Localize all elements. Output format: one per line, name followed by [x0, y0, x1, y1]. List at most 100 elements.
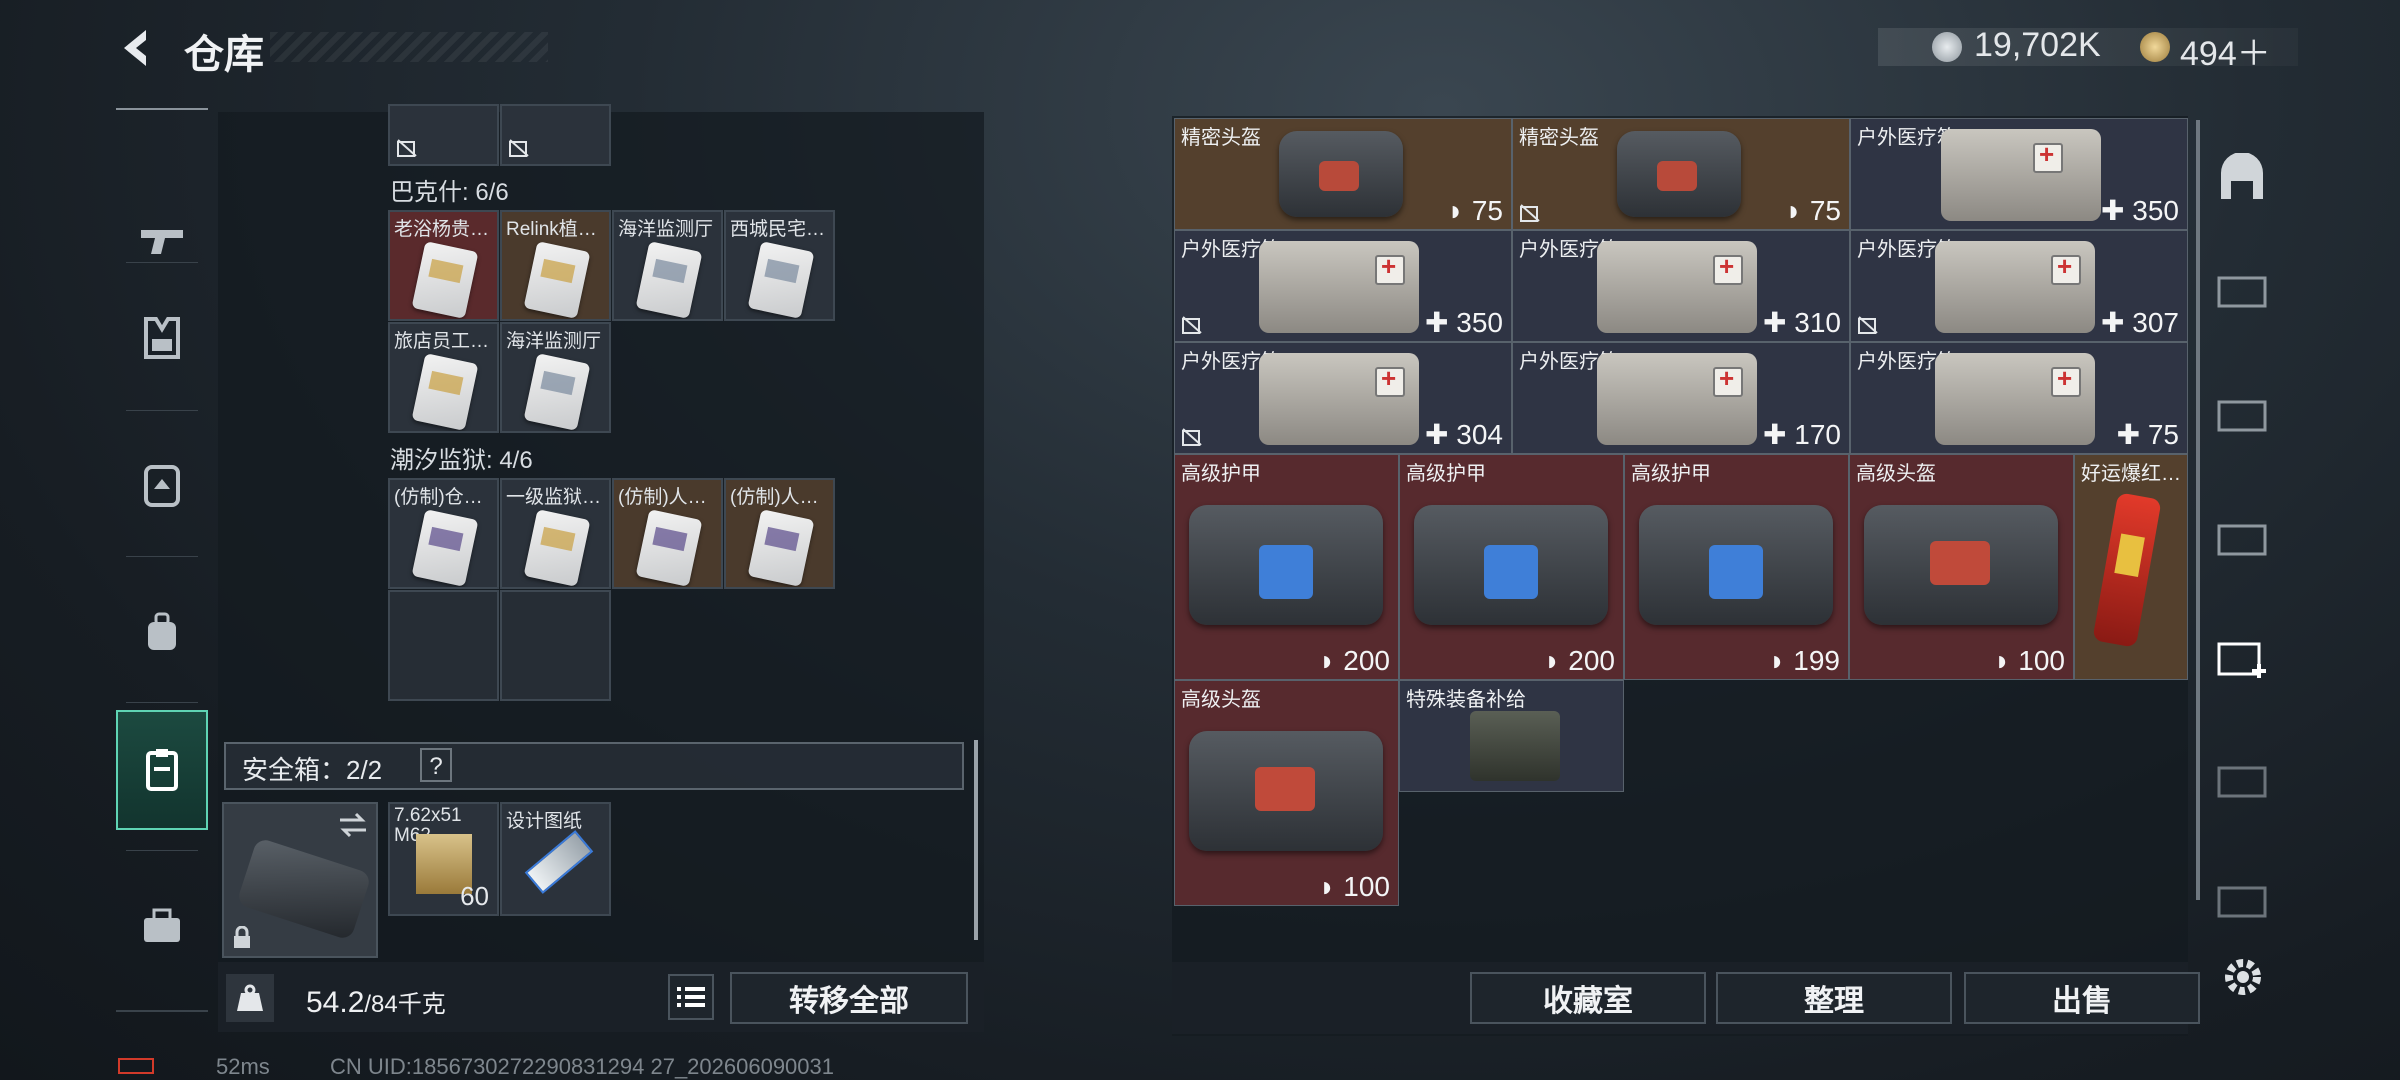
toolbox-icon — [144, 908, 180, 942]
collection-room-button[interactable]: 收藏室 — [1470, 972, 1706, 1024]
left-category-nav — [116, 108, 208, 1012]
page-title: 仓库 — [184, 33, 264, 77]
nav-chest-rig[interactable] — [116, 426, 208, 546]
swap-icon[interactable] — [338, 812, 368, 838]
nav-backpack[interactable] — [116, 572, 208, 692]
key-card-slot[interactable]: (仿制)仓… — [388, 478, 499, 589]
title-decoration — [270, 32, 548, 62]
tier4-medical-icon — [2217, 642, 2266, 678]
stash-item-medkit[interactable]: 户外医疗箱 ✚ 310 — [1512, 230, 1850, 342]
keycard-holder-icon — [146, 749, 178, 791]
nav-toolbox[interactable] — [116, 866, 208, 986]
weight-current: 54.2 — [306, 986, 365, 1019]
lock-icon — [234, 926, 250, 948]
keycard-icon — [411, 241, 479, 319]
stash-item-precision-helmet[interactable]: 精密头盔 ◗ 75 — [1174, 118, 1512, 230]
list-view-button[interactable] — [668, 974, 714, 1020]
keycard-icon — [747, 509, 815, 587]
rnav-tier3-slot-b[interactable] — [2204, 484, 2280, 592]
settings-gear-icon[interactable] — [2220, 954, 2266, 1000]
list-icon — [677, 987, 705, 1007]
gold-currency-amount[interactable]: 494＋ — [2180, 26, 2271, 75]
stash-item-medkit[interactable]: 户外医疗箱 ✚ 304 — [1174, 342, 1512, 454]
stash-item-medkit[interactable]: 户外医疗箱 ✚ 307 — [1850, 230, 2188, 342]
tier4-case-icon — [2217, 886, 2267, 918]
right-storage-nav — [2200, 116, 2284, 918]
help-button[interactable]: ? — [420, 748, 452, 782]
battery-icon — [118, 1058, 154, 1074]
key-slot-partial[interactable] — [500, 104, 611, 166]
key-card-slot[interactable]: (仿制)人… — [612, 478, 723, 589]
rnav-tier4-medical[interactable] — [2204, 604, 2280, 712]
stash-item-special-supply[interactable]: 特殊装备补给 — [1399, 680, 1624, 792]
transfer-all-button[interactable]: 转移全部 — [730, 972, 968, 1024]
safe-box-container[interactable] — [222, 802, 378, 958]
key-card-slot[interactable]: 海洋监测厅 — [612, 210, 723, 321]
key-card-slot[interactable]: 一级监狱… — [500, 478, 611, 589]
sell-button[interactable]: 出售 — [1964, 972, 2200, 1024]
key-card-slot[interactable]: 海洋监测厅 — [500, 322, 611, 433]
stash-item-medkit[interactable]: 户外医疗箱 ✚ 75 — [1850, 342, 2188, 454]
rnav-tier4-case[interactable] — [2204, 846, 2280, 954]
backpack-icon — [148, 612, 176, 650]
keycard-icon — [635, 241, 703, 319]
keycard-icon — [523, 353, 591, 431]
blueprint-icon — [524, 830, 594, 894]
safe-box-header: 安全箱：2/2 ? — [224, 742, 964, 790]
ping-readout: 52ms — [216, 1054, 270, 1079]
silver-coin-icon — [1932, 32, 1962, 62]
tier3-box-icon — [2217, 400, 2267, 432]
safe-item-blueprint[interactable]: 设计图纸 — [500, 802, 611, 916]
stash-item-advanced-helmet[interactable]: 高级头盔 ◗ 100 — [1174, 680, 1399, 906]
rnav-tier3-slot-a[interactable] — [2204, 360, 2280, 468]
stash-item-advanced-armor[interactable]: 高级护甲 ◗ 199 — [1624, 454, 1849, 680]
section-title-bakshi: 巴克什: 6/6 — [390, 179, 509, 206]
key-card-slot[interactable]: 老浴杨贵… — [388, 210, 499, 321]
uid-readout: CN UID:1856730272290831294 27_2026060900… — [330, 1054, 835, 1079]
nav-keycard-holder[interactable] — [116, 710, 208, 830]
keycard-icon — [523, 509, 591, 587]
keycard-icon — [747, 241, 815, 319]
rnav-tier4-slot[interactable] — [2204, 236, 2280, 344]
key-slot-partial[interactable] — [388, 104, 499, 166]
no-bring-icon — [1182, 316, 1202, 334]
no-bring-icon — [509, 139, 529, 157]
gun-icon — [141, 230, 183, 254]
stash-item-precision-helmet[interactable]: 精密头盔 ◗ 75 — [1512, 118, 1850, 230]
sort-button[interactable]: 整理 — [1716, 972, 1952, 1024]
safe-box-label: 安全箱：2/2 — [242, 755, 383, 785]
stash-item-advanced-armor[interactable]: 高级护甲 ◗ 200 — [1174, 454, 1399, 680]
stash-item-medkit[interactable]: 户外医疗箱 ✚ 170 — [1512, 342, 1850, 454]
keycard-icon — [411, 509, 479, 587]
back-arrow-icon[interactable] — [112, 24, 160, 72]
key-card-slot[interactable]: Relink植… — [500, 210, 611, 321]
stash-item-advanced-helmet[interactable]: 高级头盔 ◗ 100 — [1849, 454, 2074, 680]
left-scrollbar[interactable] — [974, 740, 978, 940]
gold-triangle-coin-icon[interactable] — [2140, 32, 2170, 62]
keycard-icon — [411, 353, 479, 431]
key-card-slot[interactable]: 旅店员工… — [388, 322, 499, 433]
ammo-count: 60 — [460, 881, 489, 911]
chest-rig-icon — [144, 465, 180, 507]
no-bring-icon — [1520, 204, 1540, 222]
key-card-slot[interactable]: 西城民宅… — [724, 210, 835, 321]
weight-icon — [226, 974, 274, 1022]
keycard-icon — [523, 241, 591, 319]
key-slot-empty[interactable] — [388, 590, 499, 701]
no-bring-icon — [1858, 316, 1878, 334]
stash-item-medkit[interactable]: 户外医疗箱 ✚ 350 — [1174, 230, 1512, 342]
stash-item-medkit[interactable]: 户外医疗箱 ✚ 350 — [1850, 118, 2188, 230]
key-card-slot[interactable]: (仿制)人… — [724, 478, 835, 589]
stash-item-lucky-firecracker[interactable]: 好运爆红… — [2074, 454, 2188, 680]
safe-item-ammo[interactable]: 7.62x51 M62 60 — [388, 802, 499, 916]
stash-item-advanced-armor[interactable]: 高级护甲 ◗ 200 — [1399, 454, 1624, 680]
tier2-box-icon — [2217, 766, 2267, 798]
supply-case-icon — [1470, 711, 1560, 781]
rnav-tier2-slot[interactable] — [2204, 726, 2280, 834]
tier4-box-icon — [2217, 276, 2267, 308]
keycard-icon — [635, 509, 703, 587]
nav-armor[interactable] — [116, 278, 208, 398]
armor-vest-icon — [144, 317, 180, 359]
key-slot-empty[interactable] — [500, 590, 611, 701]
rnav-warehouse[interactable] — [2204, 124, 2280, 232]
